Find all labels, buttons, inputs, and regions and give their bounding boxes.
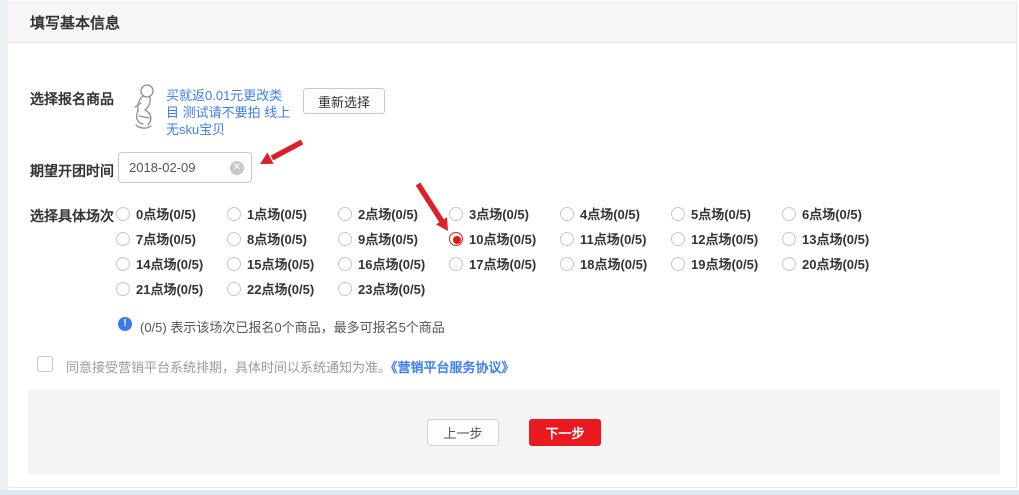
session-option-9[interactable]: 9点场(0/5) — [338, 226, 449, 251]
session-option-label: 2点场(0/5) — [358, 204, 418, 223]
agreement-text: 同意接受营销平台系统排期，具体时间以系统通知为准。《营销平台服务协议》 — [66, 357, 515, 376]
radio-icon — [338, 282, 352, 296]
session-option-18[interactable]: 18点场(0/5) — [560, 251, 671, 276]
prev-step-button[interactable]: 上一步 — [427, 419, 499, 446]
session-option-3[interactable]: 3点场(0/5) — [449, 201, 560, 226]
red-arrow-date-icon — [254, 137, 308, 173]
page-title: 填写基本信息 — [30, 12, 120, 33]
session-option-14[interactable]: 14点场(0/5) — [116, 251, 227, 276]
session-option-label: 0点场(0/5) — [136, 204, 196, 223]
radio-selected-icon — [449, 232, 463, 246]
session-option-0[interactable]: 0点场(0/5) — [116, 201, 227, 226]
agreement-link[interactable]: 《营销平台服务协议》 — [391, 360, 515, 375]
page-left-gutter — [0, 0, 8, 495]
product-name-link[interactable]: 买就返0.01元更改类目 测试请不要拍 线上 无sku宝贝 — [166, 87, 294, 138]
session-option-label: 3点场(0/5) — [469, 204, 529, 223]
product-field-label: 选择报名商品 — [30, 89, 114, 109]
session-option-label: 20点场(0/5) — [802, 254, 869, 273]
page-bottom-strip — [0, 490, 1019, 495]
session-option-label: 22点场(0/5) — [247, 279, 314, 298]
radio-icon — [449, 207, 463, 221]
session-option-label: 15点场(0/5) — [247, 254, 314, 273]
radio-icon — [782, 257, 796, 271]
agreement-text-main: 同意接受营销平台系统排期，具体时间以系统通知为准。 — [66, 360, 391, 375]
session-option-label: 6点场(0/5) — [802, 204, 862, 223]
radio-icon — [227, 232, 241, 246]
session-option-7[interactable]: 7点场(0/5) — [116, 226, 227, 251]
session-option-label: 21点场(0/5) — [136, 279, 203, 298]
session-option-label: 12点场(0/5) — [691, 229, 758, 248]
session-option-21[interactable]: 21点场(0/5) — [116, 276, 227, 301]
product-thumbnail-doodle-icon — [127, 83, 163, 131]
radio-icon — [782, 207, 796, 221]
reselect-button[interactable]: 重新选择 — [303, 88, 385, 114]
radio-icon — [338, 232, 352, 246]
radio-icon — [782, 232, 796, 246]
form-card: 填写基本信息 选择报名商品 买就返0.01元更改类目 测试请不要拍 线上 无sk… — [8, 2, 1017, 488]
session-grid: 0点场(0/5) 1点场(0/5) 2点场(0/5) 3点场(0/5) 4点场(0/5)… — [116, 201, 898, 301]
page: 填写基本信息 选择报名商品 买就返0.01元更改类目 测试请不要拍 线上 无sk… — [0, 0, 1019, 495]
session-option-label: 23点场(0/5) — [358, 279, 425, 298]
session-option-1[interactable]: 1点场(0/5) — [227, 201, 338, 226]
radio-icon — [116, 207, 130, 221]
session-option-13[interactable]: 13点场(0/5) — [782, 226, 893, 251]
radio-icon — [560, 232, 574, 246]
session-option-19[interactable]: 19点场(0/5) — [671, 251, 782, 276]
session-option-16[interactable]: 16点场(0/5) — [338, 251, 449, 276]
session-option-label: 19点场(0/5) — [691, 254, 758, 273]
radio-icon — [116, 257, 130, 271]
radio-icon — [227, 207, 241, 221]
radio-icon — [671, 232, 685, 246]
session-option-label: 17点场(0/5) — [469, 254, 536, 273]
card-header: 填写基本信息 — [8, 3, 1016, 43]
radio-icon — [116, 232, 130, 246]
session-option-label: 11点场(0/5) — [580, 229, 646, 248]
radio-icon — [227, 257, 241, 271]
session-option-22[interactable]: 22点场(0/5) — [227, 276, 338, 301]
radio-icon — [671, 257, 685, 271]
radio-icon — [560, 207, 574, 221]
radio-icon — [338, 207, 352, 221]
session-note: (0/5) 表示该场次已报名0个商品，最多可报名5个商品 — [140, 317, 445, 336]
clear-date-icon[interactable]: ✕ — [230, 161, 244, 175]
session-option-label: 10点场(0/5) — [469, 229, 536, 248]
session-option-label: 5点场(0/5) — [691, 204, 751, 223]
session-option-label: 16点场(0/5) — [358, 254, 425, 273]
session-option-label: 18点场(0/5) — [580, 254, 647, 273]
session-option-11[interactable]: 11点场(0/5) — [560, 226, 671, 251]
info-icon: ! — [118, 317, 132, 331]
session-option-label: 14点场(0/5) — [136, 254, 203, 273]
radio-icon — [116, 282, 130, 296]
session-option-4[interactable]: 4点场(0/5) — [560, 201, 671, 226]
session-option-20[interactable]: 20点场(0/5) — [782, 251, 893, 276]
session-option-label: 8点场(0/5) — [247, 229, 307, 248]
session-option-6[interactable]: 6点场(0/5) — [782, 201, 893, 226]
open-time-field-label: 期望开团时间 — [30, 161, 114, 181]
radio-icon — [449, 257, 463, 271]
session-option-23[interactable]: 23点场(0/5) — [338, 276, 449, 301]
radio-icon — [227, 282, 241, 296]
radio-icon — [671, 207, 685, 221]
agreement-checkbox[interactable] — [37, 356, 53, 372]
session-option-12[interactable]: 12点场(0/5) — [671, 226, 782, 251]
session-option-label: 1点场(0/5) — [247, 204, 307, 223]
sessions-field-label: 选择具体场次 — [30, 206, 114, 226]
session-option-label: 9点场(0/5) — [358, 229, 418, 248]
radio-icon — [338, 257, 352, 271]
session-option-10[interactable]: 10点场(0/5) — [449, 226, 560, 251]
next-step-button[interactable]: 下一步 — [529, 419, 601, 446]
session-option-2[interactable]: 2点场(0/5) — [338, 201, 449, 226]
session-option-17[interactable]: 17点场(0/5) — [449, 251, 560, 276]
radio-icon — [560, 257, 574, 271]
session-option-8[interactable]: 8点场(0/5) — [227, 226, 338, 251]
open-time-input-wrap: ✕ — [118, 152, 252, 183]
session-option-label: 4点场(0/5) — [580, 204, 640, 223]
session-option-5[interactable]: 5点场(0/5) — [671, 201, 782, 226]
session-option-15[interactable]: 15点场(0/5) — [227, 251, 338, 276]
session-option-label: 7点场(0/5) — [136, 229, 196, 248]
session-option-label: 13点场(0/5) — [802, 229, 869, 248]
footer-panel: 上一步 下一步 — [28, 389, 1000, 475]
